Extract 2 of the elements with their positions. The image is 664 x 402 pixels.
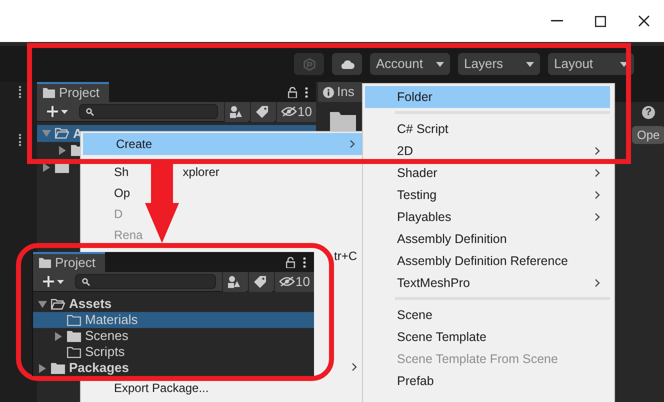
tab-label: Ins: [337, 83, 354, 102]
shortcut-label: tr+C: [334, 248, 357, 264]
